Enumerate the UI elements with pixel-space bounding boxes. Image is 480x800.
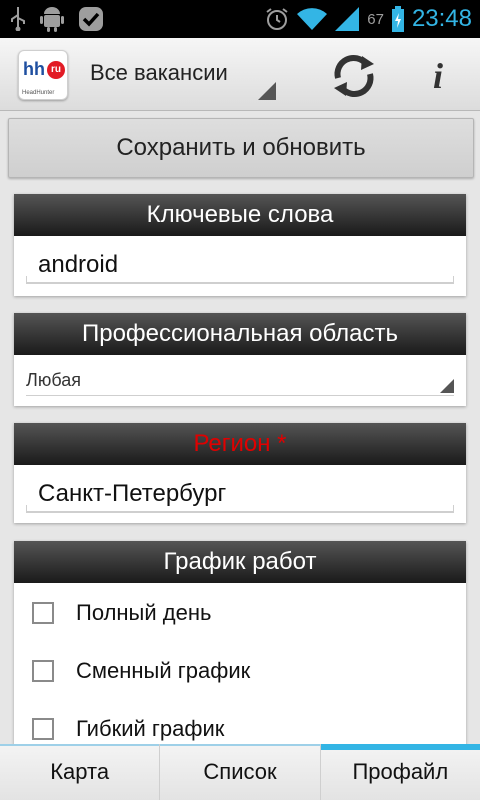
keywords-header: Ключевые слова: [14, 194, 466, 236]
chevron-down-icon: [440, 379, 454, 393]
checkbox-label: Гибкий график: [76, 716, 225, 741]
signal-icon: [335, 7, 360, 31]
schedule-option-shift[interactable]: Сменный график: [32, 653, 250, 689]
professional-area-header: Профессиональная область: [14, 313, 466, 355]
usb-icon: [11, 7, 25, 31]
clock: 23:48: [411, 5, 472, 32]
tab-label: Карта: [50, 759, 110, 784]
bottom-tab-bar: Карта Список Профайл: [0, 744, 480, 800]
schedule-card: График работ Полный день Сменный график …: [14, 541, 466, 771]
tab-indicator: [0, 744, 160, 746]
vacancy-filter-spinner[interactable]: Все вакансии: [90, 60, 228, 86]
checkbox[interactable]: [32, 660, 54, 682]
logo-brand: hh: [23, 59, 45, 79]
professional-area-value: Любая: [26, 370, 81, 390]
logo-badge: ru: [47, 61, 65, 79]
tab-label: Список: [203, 759, 277, 784]
battery-percent: 67: [367, 10, 384, 28]
tab-label: Профайл: [352, 759, 449, 784]
info-button[interactable]: i: [420, 50, 456, 102]
status-bar: 67 23:48: [0, 0, 480, 38]
checkbox-label: Полный день: [76, 600, 212, 625]
checkbox[interactable]: [32, 718, 54, 740]
refresh-icon[interactable]: [328, 50, 380, 102]
wifi-icon: [297, 8, 328, 30]
tab-list[interactable]: Список: [160, 744, 321, 800]
check-icon: [79, 7, 103, 31]
tab-map[interactable]: Карта: [0, 744, 161, 800]
region-input[interactable]: Санкт-Петербург: [26, 477, 454, 513]
battery-icon: [391, 6, 404, 32]
system-indicators: 67 23:48: [265, 0, 472, 38]
notification-icons: [10, 6, 104, 32]
schedule-option-flexible[interactable]: Гибкий график: [32, 711, 224, 747]
keywords-input[interactable]: android: [26, 248, 454, 284]
android-icon: [40, 7, 64, 32]
professional-area-card: Профессиональная область Любая: [14, 313, 466, 406]
save-and-refresh-button[interactable]: Сохранить и обновить: [8, 118, 474, 178]
professional-area-select[interactable]: Любая: [26, 365, 454, 396]
schedule-header: График работ: [14, 541, 466, 583]
tab-indicator: [160, 744, 320, 746]
checkbox[interactable]: [32, 602, 54, 624]
app-logo[interactable]: hh ru HeadHunter: [18, 50, 68, 100]
alarm-icon: [266, 8, 288, 30]
checkbox-label: Сменный график: [76, 658, 251, 683]
keywords-card: Ключевые слова android: [14, 194, 466, 296]
region-header: Регион *: [14, 423, 466, 465]
region-card: Регион * Санкт-Петербург: [14, 423, 466, 523]
tab-profile[interactable]: Профайл: [320, 744, 480, 800]
schedule-option-full-day[interactable]: Полный день: [32, 595, 211, 631]
spinner-dropdown-icon[interactable]: [258, 82, 276, 100]
action-bar: hh ru HeadHunter Все вакансии: [0, 38, 480, 111]
logo-caption: HeadHunter: [22, 90, 55, 96]
tab-indicator: [320, 744, 480, 750]
